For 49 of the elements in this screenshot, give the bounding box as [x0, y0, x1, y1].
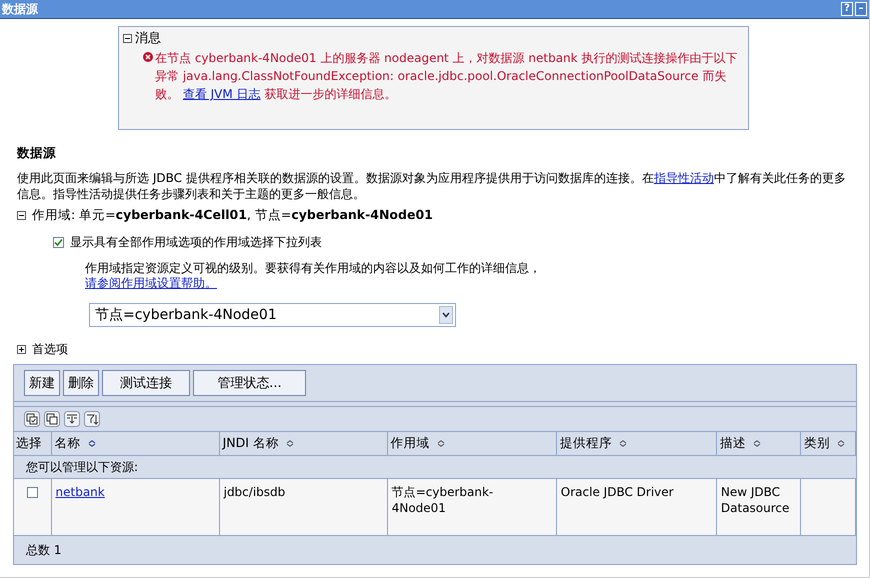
error-icon: [143, 52, 153, 62]
error-message: 在节点 cyberbank-4Node01 上的服务器 nodeagent 上，对数据源 netbank 执行的测试连接操作由于以下异常 java.lang.ClassNotFoundException: oracle.jdbc.pool.OracleConnectionPoolDataSource 而失败。 查看 JVM 日志 获取进一步的详细信息。: [155, 51, 738, 101]
deselect-all-icon[interactable]: [44, 411, 60, 427]
sort-icon: [752, 440, 761, 447]
sort-icon: [286, 440, 294, 447]
collapse-icon[interactable]: [17, 211, 26, 220]
total-count: 总数 1: [14, 536, 856, 564]
table-cell: jdbc/ibsdb: [224, 485, 286, 499]
action-button[interactable]: 测试连接: [102, 370, 190, 396]
window-control-button[interactable]: ?: [841, 2, 853, 16]
row-checkbox[interactable]: [26, 487, 38, 498]
guided-activity-link[interactable]: 指导性活动: [654, 171, 714, 185]
scope-help-text: 作用域指定资源定义可视的级别。要获得有关作用域的内容以及如何工作的详细信息， 请参阅作用域设置帮助。: [85, 261, 542, 291]
scope-dropdown[interactable]: 节点=cyberbank-4Node01: [89, 303, 456, 327]
checkbox[interactable]: [53, 237, 64, 248]
column-header[interactable]: 提供程序: [556, 432, 716, 456]
column-header[interactable]: 名称: [51, 432, 220, 456]
scope-label: 作用域: 单元=cyberbank-4Cell01, 节点=cyberbank-4Node01: [32, 207, 433, 224]
window-title: 数据源: [2, 0, 38, 18]
table-cell-text: New JDBC Datasource: [720, 484, 790, 516]
column-header[interactable]: 描述: [716, 432, 800, 456]
select-all-icon[interactable]: [24, 411, 40, 427]
sort-icon: [618, 440, 627, 447]
sort-icon: [88, 440, 96, 447]
preferences-label: 首选项: [32, 341, 68, 358]
action-button[interactable]: 新建: [24, 370, 60, 396]
filter-edit-icon[interactable]: [84, 411, 100, 427]
column-header[interactable]: 选择: [14, 432, 52, 456]
action-button[interactable]: 删除: [63, 370, 99, 396]
expand-icon[interactable]: [17, 345, 26, 354]
filter-icon[interactable]: [64, 411, 80, 427]
window-control-button[interactable]: –: [855, 2, 867, 16]
message-title: 消息: [135, 30, 161, 47]
sort-icon: [836, 440, 845, 447]
column-header[interactable]: JNDI 名称: [219, 432, 388, 456]
section-description: 使用此页面来编辑与所选 JDBC 提供程序相关联的数据源的设置。数据源对象为应用程序提供用于访问数据库的连接。在指导性活动中了解有关此任务的更多信息。指导性活动提供任务步骤列表和关于主题的更多一般信息。: [17, 170, 847, 202]
scope-help-link[interactable]: 请参阅作用域设置帮助。: [85, 276, 217, 290]
action-button[interactable]: 管理状态...: [193, 370, 306, 396]
column-header[interactable]: 类别: [800, 432, 856, 456]
group-row: 您可以管理以下资源:: [14, 456, 856, 478]
name-link[interactable]: netbank: [56, 485, 105, 499]
checkbox-label: 显示具有全部作用域选项的作用域选择下拉列表: [70, 234, 322, 251]
table-cell: Oracle JDBC Driver: [560, 485, 674, 499]
column-header[interactable]: 作用域: [387, 432, 556, 456]
jvm-log-link[interactable]: 查看 JVM 日志: [182, 87, 261, 101]
sort-icon: [436, 440, 445, 447]
section-heading: 数据源: [17, 145, 57, 162]
collapse-icon[interactable]: [123, 34, 132, 42]
table-cell-text: 节点=cyberbank-4Node01: [392, 484, 494, 516]
